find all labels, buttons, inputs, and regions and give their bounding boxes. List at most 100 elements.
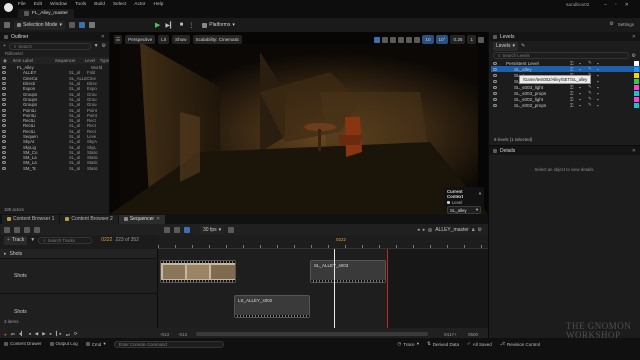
levels-dropdown[interactable]: Levels ▾ xyxy=(493,41,518,51)
save-icon[interactable] xyxy=(4,226,10,233)
playhead-label[interactable]: 0222 xyxy=(334,237,348,242)
visibility-eye-icon[interactable] xyxy=(2,166,6,170)
color-icon[interactable]: ▪ xyxy=(597,79,606,84)
viewport[interactable]: ☰ Perspective Lit Show Scalability: Cine… xyxy=(110,32,488,214)
prev-key-icon[interactable]: ◂▎ xyxy=(19,331,25,337)
level-color-swatch[interactable] xyxy=(634,78,639,84)
visibility-eye-icon[interactable] xyxy=(2,82,6,86)
scalability-button[interactable]: Scalability: Cinematic xyxy=(192,35,243,44)
timeline-area[interactable]: SL_ALLEY_s003 LS_ALLEY_s002 xyxy=(158,249,488,330)
color-icon[interactable]: ▪ xyxy=(597,73,606,78)
level-color-swatch[interactable] xyxy=(634,96,639,102)
visibility-eye-icon[interactable] xyxy=(2,140,6,144)
menu-select[interactable]: Select xyxy=(113,2,126,7)
save-icon[interactable]: ▪ xyxy=(579,61,588,66)
minimize-icon[interactable]: – xyxy=(604,2,607,8)
next-key-icon[interactable]: ▎▸ xyxy=(56,331,62,337)
level-color-swatch[interactable] xyxy=(634,102,639,108)
timeline-scrollbar[interactable] xyxy=(196,332,428,336)
render-icon[interactable] xyxy=(34,226,40,233)
visibility-eye-icon[interactable] xyxy=(2,113,6,117)
visibility-eye-icon[interactable] xyxy=(2,161,6,165)
details-tab[interactable]: Details xyxy=(500,148,515,154)
visibility-eye-icon[interactable] xyxy=(2,124,6,128)
rotation-snap-button[interactable]: 10° xyxy=(435,35,449,44)
key-icon[interactable] xyxy=(164,226,170,233)
track-row[interactable]: Shots xyxy=(0,259,157,294)
shot-thumbnail-clip[interactable] xyxy=(160,260,236,283)
surface-snap-icon[interactable] xyxy=(414,36,421,43)
visibility-eye-icon[interactable] xyxy=(2,87,6,91)
record-icon[interactable]: ● xyxy=(4,332,7,337)
unreal-logo-icon[interactable] xyxy=(4,3,13,12)
move-icon[interactable] xyxy=(382,36,389,43)
scale-icon[interactable] xyxy=(398,36,405,43)
color-icon[interactable]: ▪ xyxy=(597,97,606,102)
lock-icon[interactable]: ⚿ xyxy=(570,91,579,96)
jump-end-icon[interactable]: ⏭ xyxy=(66,332,70,337)
camera-speed-button[interactable]: 1 xyxy=(467,35,476,44)
project-tab[interactable]: FL_Alley_master xyxy=(18,9,74,18)
close-icon[interactable]: ✕ xyxy=(632,148,636,154)
level-color-swatch[interactable] xyxy=(634,60,639,66)
loop-icon[interactable]: ⟳ xyxy=(74,331,78,337)
magnet-icon[interactable] xyxy=(184,226,190,233)
next-frame-icon[interactable]: ▸ xyxy=(50,331,52,337)
visibility-eye-icon[interactable] xyxy=(2,145,6,149)
lock-icon[interactable]: ⚿ xyxy=(570,67,579,72)
select-icon[interactable] xyxy=(374,36,381,43)
visibility-eye-icon[interactable] xyxy=(2,92,6,96)
menu-build[interactable]: Build xyxy=(94,2,105,7)
trace-button[interactable]: ◷ Trace ▾ xyxy=(397,341,419,347)
save-icon[interactable] xyxy=(4,22,10,28)
levels-search-input[interactable]: ⌕ Search Levels xyxy=(493,52,629,59)
settings-icon[interactable]: ⚙ xyxy=(102,43,106,49)
tab-content-browser-1[interactable]: Content Browser 1 xyxy=(2,214,60,224)
lock-icon[interactable]: 🔒︎ xyxy=(472,227,475,233)
track-row[interactable]: Shots xyxy=(0,294,157,329)
column-type[interactable]: Type xyxy=(100,58,109,63)
cmd-dropdown[interactable]: Cmd ▾ xyxy=(85,341,106,347)
tab-content-browser-2[interactable]: Content Browser 2 xyxy=(60,214,118,224)
settings-icon[interactable]: ⚙ xyxy=(478,227,482,233)
search-icon[interactable] xyxy=(14,226,20,233)
menu-actor[interactable]: Actor xyxy=(134,2,145,7)
level-color-swatch[interactable] xyxy=(634,90,639,96)
close-icon[interactable]: ✕ xyxy=(632,34,636,40)
menu-edit[interactable]: Edit xyxy=(34,2,42,7)
filter-icon[interactable]: ▼ xyxy=(30,237,35,243)
visibility-eye-icon[interactable] xyxy=(2,156,6,160)
world-icon[interactable] xyxy=(406,36,413,43)
outliner-tab[interactable]: Outliner xyxy=(11,34,29,40)
level-color-swatch[interactable] xyxy=(634,84,639,90)
current-frame[interactable]: 0222 xyxy=(101,237,112,243)
playhead-line[interactable] xyxy=(334,249,335,330)
outliner-row[interactable]: SM_Tc SL_al Static xyxy=(0,166,109,171)
save-icon[interactable]: ▪ xyxy=(579,85,588,90)
outliner-search-input[interactable]: ⌕ Search xyxy=(8,42,91,50)
column-item-label[interactable]: Item Label xyxy=(13,58,55,63)
play-icon[interactable]: ▶ xyxy=(42,331,45,337)
stop-icon[interactable]: ■ xyxy=(180,22,184,28)
visibility-eye-icon[interactable] xyxy=(493,79,497,83)
menu-tools[interactable]: Tools xyxy=(75,2,86,7)
lock-icon[interactable]: ⚿ xyxy=(570,85,579,90)
show-button[interactable]: Show xyxy=(172,35,190,44)
visibility-eye-icon[interactable] xyxy=(2,129,6,133)
step-icon[interactable]: ▶▎ xyxy=(165,22,174,29)
close-icon[interactable]: ✕ xyxy=(156,216,160,222)
blueprint-icon[interactable] xyxy=(78,22,85,28)
visibility-eye-icon[interactable] xyxy=(2,66,6,70)
color-icon[interactable]: ▪ xyxy=(597,91,606,96)
save-icon[interactable]: ▪ xyxy=(579,91,588,96)
shot-clip[interactable]: LS_ALLEY_s002 xyxy=(234,295,310,318)
lock-icon[interactable]: ⚿ xyxy=(570,103,579,108)
lock-icon[interactable]: ⚿ xyxy=(570,61,579,66)
maximize-icon[interactable]: ▫ xyxy=(615,2,617,8)
settings-icon[interactable]: ⚙ xyxy=(632,53,636,59)
visibility-eye-icon[interactable] xyxy=(2,108,6,112)
color-icon[interactable]: ▪ xyxy=(597,103,606,108)
visibility-eye-icon[interactable] xyxy=(2,103,6,107)
output-log-button[interactable]: Output Log xyxy=(49,341,78,346)
perspective-button[interactable]: Perspective xyxy=(125,35,156,44)
